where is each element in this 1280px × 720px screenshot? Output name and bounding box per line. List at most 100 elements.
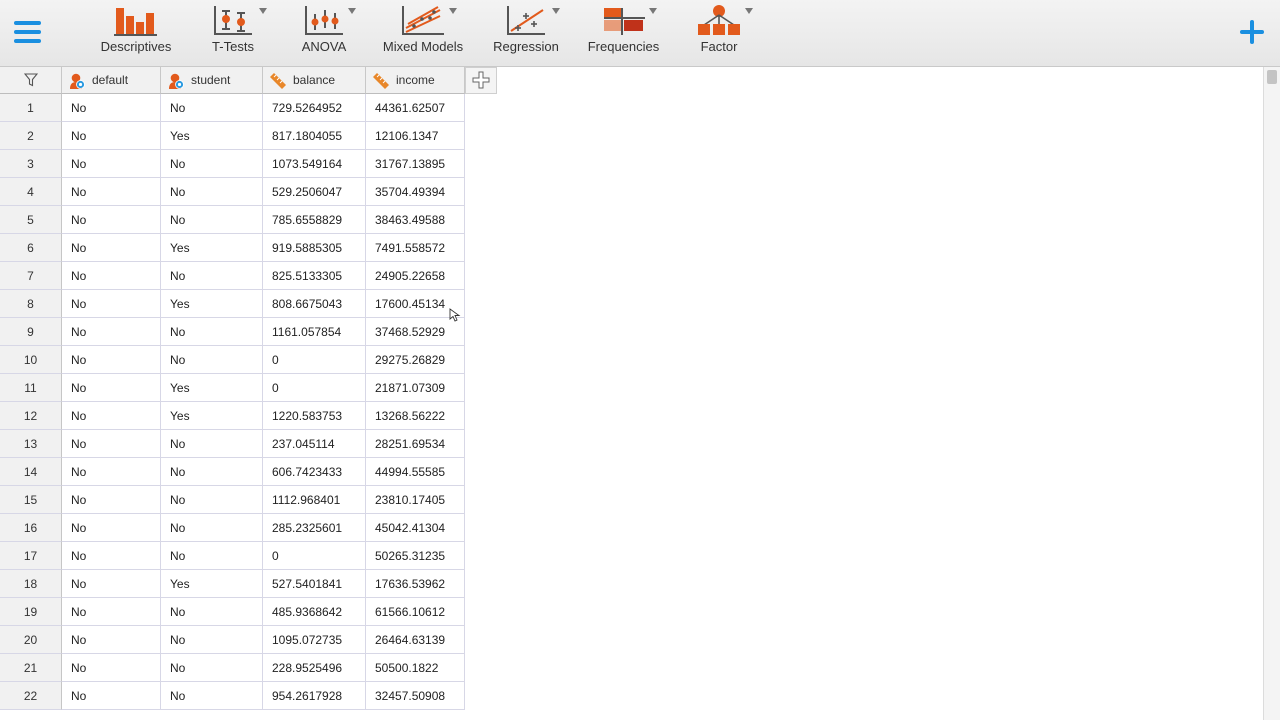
- table-cell[interactable]: Yes: [161, 374, 263, 402]
- table-cell[interactable]: No: [62, 598, 161, 626]
- table-cell[interactable]: No: [62, 514, 161, 542]
- row-number[interactable]: 13: [0, 430, 62, 458]
- row-number[interactable]: 20: [0, 626, 62, 654]
- table-cell[interactable]: 21871.07309: [366, 374, 465, 402]
- table-cell[interactable]: 24905.22658: [366, 262, 465, 290]
- table-cell[interactable]: No: [161, 318, 263, 346]
- table-cell[interactable]: 785.6558829: [263, 206, 366, 234]
- table-cell[interactable]: 61566.10612: [366, 598, 465, 626]
- table-cell[interactable]: No: [161, 206, 263, 234]
- chevron-down-icon[interactable]: [552, 8, 560, 14]
- column-header-balance[interactable]: balance: [263, 67, 366, 94]
- table-cell[interactable]: 44994.55585: [366, 458, 465, 486]
- row-number[interactable]: 17: [0, 542, 62, 570]
- row-number[interactable]: 8: [0, 290, 62, 318]
- table-cell[interactable]: 0: [263, 346, 366, 374]
- vertical-scrollbar[interactable]: [1263, 67, 1280, 720]
- table-cell[interactable]: Yes: [161, 234, 263, 262]
- row-number[interactable]: 19: [0, 598, 62, 626]
- table-cell[interactable]: 45042.41304: [366, 514, 465, 542]
- table-cell[interactable]: No: [62, 486, 161, 514]
- filter-header-cell[interactable]: [0, 67, 62, 94]
- table-cell[interactable]: No: [62, 570, 161, 598]
- table-cell[interactable]: No: [62, 178, 161, 206]
- table-cell[interactable]: 285.2325601: [263, 514, 366, 542]
- descriptives-button[interactable]: Descriptives: [92, 4, 180, 62]
- table-cell[interactable]: 808.6675043: [263, 290, 366, 318]
- table-cell[interactable]: 0: [263, 542, 366, 570]
- table-cell[interactable]: 729.5264952: [263, 94, 366, 122]
- chevron-down-icon[interactable]: [745, 8, 753, 14]
- add-column-button[interactable]: [465, 67, 497, 94]
- row-number[interactable]: 1: [0, 94, 62, 122]
- table-cell[interactable]: No: [62, 402, 161, 430]
- table-cell[interactable]: No: [161, 94, 263, 122]
- table-cell[interactable]: Yes: [161, 402, 263, 430]
- table-cell[interactable]: 7491.558572: [366, 234, 465, 262]
- regression-button[interactable]: Regression: [486, 4, 566, 62]
- table-cell[interactable]: No: [62, 318, 161, 346]
- table-cell[interactable]: No: [62, 374, 161, 402]
- table-cell[interactable]: 23810.17405: [366, 486, 465, 514]
- table-cell[interactable]: 1073.549164: [263, 150, 366, 178]
- table-cell[interactable]: No: [161, 262, 263, 290]
- table-cell[interactable]: 228.9525496: [263, 654, 366, 682]
- table-cell[interactable]: 919.5885305: [263, 234, 366, 262]
- row-number[interactable]: 18: [0, 570, 62, 598]
- chevron-down-icon[interactable]: [348, 8, 356, 14]
- column-header-income[interactable]: income: [366, 67, 465, 94]
- chevron-down-icon[interactable]: [449, 8, 457, 14]
- table-cell[interactable]: No: [62, 430, 161, 458]
- table-cell[interactable]: No: [62, 458, 161, 486]
- table-cell[interactable]: 485.9368642: [263, 598, 366, 626]
- table-cell[interactable]: 37468.52929: [366, 318, 465, 346]
- row-number[interactable]: 21: [0, 654, 62, 682]
- factor-button[interactable]: Factor: [695, 4, 753, 62]
- row-number[interactable]: 4: [0, 178, 62, 206]
- table-cell[interactable]: 0: [263, 374, 366, 402]
- table-cell[interactable]: 50500.1822: [366, 654, 465, 682]
- table-cell[interactable]: 29275.26829: [366, 346, 465, 374]
- scrollbar-thumb[interactable]: [1267, 70, 1277, 84]
- table-cell[interactable]: No: [161, 598, 263, 626]
- mixed-models-button[interactable]: Mixed Models: [376, 4, 470, 62]
- table-cell[interactable]: Yes: [161, 122, 263, 150]
- table-cell[interactable]: 606.7423433: [263, 458, 366, 486]
- table-cell[interactable]: 1112.968401: [263, 486, 366, 514]
- table-cell[interactable]: 35704.49394: [366, 178, 465, 206]
- table-cell[interactable]: No: [161, 346, 263, 374]
- hamburger-menu-icon[interactable]: [14, 20, 42, 46]
- table-cell[interactable]: No: [161, 626, 263, 654]
- table-cell[interactable]: No: [62, 150, 161, 178]
- filter-funnel-icon[interactable]: [24, 73, 38, 87]
- table-cell[interactable]: 1161.057854: [263, 318, 366, 346]
- row-number[interactable]: 14: [0, 458, 62, 486]
- table-cell[interactable]: No: [161, 654, 263, 682]
- table-cell[interactable]: 825.5133305: [263, 262, 366, 290]
- row-number[interactable]: 11: [0, 374, 62, 402]
- table-cell[interactable]: No: [161, 430, 263, 458]
- frequencies-button[interactable]: Frequencies: [581, 4, 666, 62]
- table-cell[interactable]: 527.5401841: [263, 570, 366, 598]
- table-cell[interactable]: 529.2506047: [263, 178, 366, 206]
- table-cell[interactable]: 44361.62507: [366, 94, 465, 122]
- column-header-student[interactable]: student: [161, 67, 263, 94]
- table-cell[interactable]: No: [62, 682, 161, 710]
- table-cell[interactable]: 1095.072735: [263, 626, 366, 654]
- column-header-default[interactable]: default: [62, 67, 161, 94]
- table-cell[interactable]: 26464.63139: [366, 626, 465, 654]
- row-number[interactable]: 5: [0, 206, 62, 234]
- table-cell[interactable]: No: [62, 626, 161, 654]
- table-cell[interactable]: 28251.69534: [366, 430, 465, 458]
- table-cell[interactable]: No: [62, 94, 161, 122]
- chevron-down-icon[interactable]: [649, 8, 657, 14]
- table-cell[interactable]: No: [62, 542, 161, 570]
- table-cell[interactable]: No: [161, 458, 263, 486]
- table-cell[interactable]: 954.2617928: [263, 682, 366, 710]
- row-number[interactable]: 10: [0, 346, 62, 374]
- row-number[interactable]: 6: [0, 234, 62, 262]
- table-cell[interactable]: No: [161, 682, 263, 710]
- table-cell[interactable]: 13268.56222: [366, 402, 465, 430]
- anova-button[interactable]: ANOVA: [296, 4, 356, 62]
- row-number[interactable]: 7: [0, 262, 62, 290]
